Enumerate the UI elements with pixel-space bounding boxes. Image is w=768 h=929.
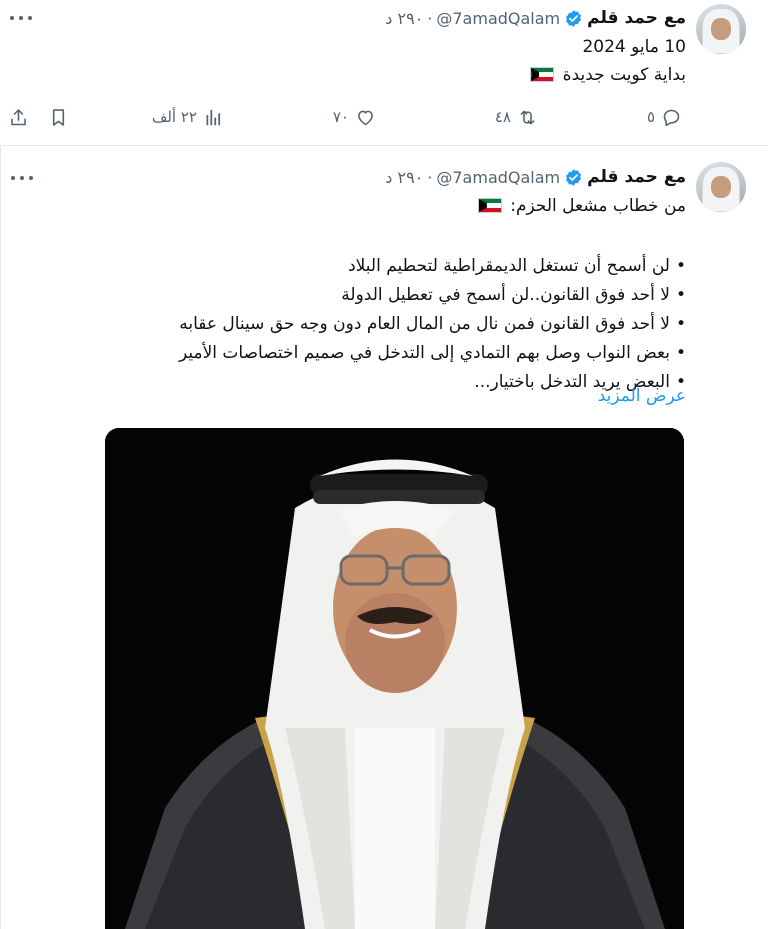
bookmark-button[interactable] (48, 104, 69, 130)
views-button[interactable]: ٢٢ ألف (152, 104, 224, 130)
reply-icon (663, 109, 680, 126)
tweet-actions: ٥ ٤٨ ٧٠ ٢٢ ألف (0, 104, 768, 130)
separator-dot: · (427, 167, 433, 187)
list-item: بعض النواب وصل بهم التمادي إلى التدخل في… (179, 339, 686, 368)
tweet-photo[interactable] (105, 428, 684, 929)
like-button[interactable]: ٧٠ (333, 104, 376, 130)
show-more-link[interactable]: عرض المزيد (598, 386, 686, 406)
share-icon (11, 108, 26, 125)
avatar-face (711, 18, 731, 40)
bookmark-icon (52, 108, 65, 126)
author-handle[interactable]: @7amadQalam (436, 168, 560, 187)
reply-count: ٥ (646, 108, 655, 126)
tweet-intro: من خطاب مشعل الحزم: (475, 196, 686, 216)
tweet-text: بداية كويت جديدة (527, 65, 686, 85)
avatar-face (711, 176, 731, 198)
tweet-time[interactable]: ٢٩٠ د (385, 9, 423, 28)
list-item: لا أحد فوق القانون فمن نال من المال العا… (179, 310, 686, 339)
kuwait-flag-icon (530, 67, 555, 82)
tweet-date-line: 10 مايو 2024 (582, 37, 686, 57)
tweet-intro-text: من خطاب مشعل الحزم: (510, 196, 686, 216)
portrait-image (105, 428, 684, 929)
retweet-button[interactable]: ٤٨ (495, 104, 538, 130)
tweet-header: مع حمد قلم @7amadQalam · ٢٩٠ د (385, 165, 686, 189)
tweet-header: مع حمد قلم @7amadQalam · ٢٩٠ د (385, 6, 686, 30)
verified-badge-icon (566, 168, 582, 186)
author-name[interactable]: مع حمد قلم (587, 8, 686, 28)
reply-button[interactable]: ٥ (647, 104, 682, 130)
retweet-icon (520, 110, 535, 124)
list-item: لن أسمح أن تستغل الديمقراطية لتحطيم البل… (179, 252, 686, 281)
more-icon[interactable] (11, 168, 33, 188)
avatar[interactable] (696, 162, 746, 212)
retweet-count: ٤٨ (494, 108, 511, 126)
author-handle[interactable]: @7amadQalam (436, 9, 560, 28)
bullet-list: لن أسمح أن تستغل الديمقراطية لتحطيم البل… (179, 252, 686, 397)
verified-badge-icon (566, 9, 582, 27)
tweet-2[interactable]: مع حمد قلم @7amadQalam · ٢٩٠ د من خطاب م… (0, 146, 768, 929)
share-button[interactable] (8, 104, 29, 130)
author-name[interactable]: مع حمد قلم (587, 167, 686, 187)
like-count: ٧٠ (332, 108, 349, 126)
list-item: لا أحد فوق القانون..لن أسمح في تعطيل الد… (179, 281, 686, 310)
kuwait-flag-icon (477, 198, 502, 213)
views-icon (206, 109, 221, 125)
views-count: ٢٢ ألف (151, 108, 197, 126)
tweet-1[interactable]: مع حمد قلم @7amadQalam · ٢٩٠ د 10 مايو 2… (0, 0, 768, 146)
heart-icon (358, 110, 373, 125)
tweet-text-body: بداية كويت جديدة (562, 65, 686, 85)
more-icon[interactable] (10, 8, 32, 28)
avatar[interactable] (696, 4, 746, 54)
separator-dot: · (427, 8, 433, 28)
tweet-time[interactable]: ٢٩٠ د (385, 168, 423, 187)
